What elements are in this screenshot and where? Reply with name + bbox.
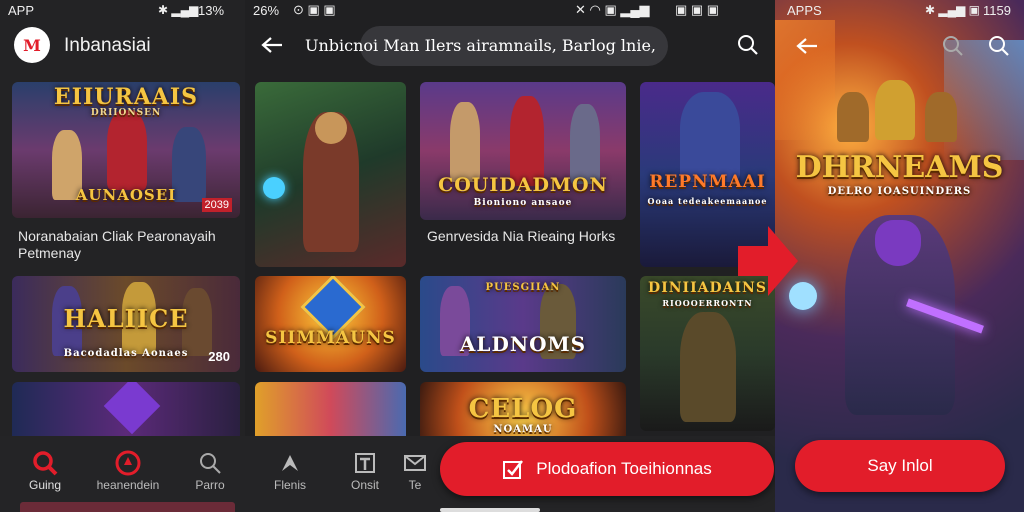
card-title: EIIURAAIS — [53, 84, 199, 110]
app-logo[interactable]: M — [14, 27, 50, 63]
app-title: Inbanasiai — [64, 35, 151, 56]
card-subtitle: Ooaa tedeakeemaanoe — [647, 196, 768, 206]
checkbox-icon — [502, 458, 524, 480]
nav-item-heanendein[interactable]: heanendein — [88, 448, 168, 492]
game-card[interactable] — [255, 382, 406, 442]
hero-helmet — [875, 220, 921, 266]
hero-figure — [680, 92, 740, 182]
search-icon[interactable] — [939, 32, 967, 60]
card-artwork — [255, 382, 406, 442]
card-title: SIIMMAUNS — [265, 328, 396, 348]
game-card[interactable]: DINIIADAINS RIOOOERRONTN — [640, 276, 775, 431]
nav-label: Parro — [195, 478, 225, 492]
card-title: REPNMAAI — [649, 172, 766, 192]
clock-label: 1159 — [983, 2, 1011, 18]
search-icon — [5, 448, 85, 478]
card-title: ALDNOMS — [459, 332, 587, 356]
game-card[interactable] — [12, 382, 240, 442]
nav-item-flenis[interactable]: Flenis — [250, 448, 330, 492]
search-icon[interactable] — [733, 30, 763, 60]
card-subtitle: Bioniono ansaoe — [473, 198, 573, 208]
back-arrow-icon[interactable] — [257, 30, 287, 60]
hero-figure — [107, 110, 147, 190]
bottom-nav: Guing heanendein Parro — [0, 436, 245, 512]
primary-action-button[interactable]: Plodoafion Toeihionnas — [440, 442, 774, 496]
left-panel: APP ✱ ▂▄▆ 13% M Inbanasiai EIIURAAIS DRI… — [0, 0, 245, 512]
game-card[interactable]: PUESGIIAN ALDNOMS — [420, 276, 626, 372]
right-panel: APPS ✱ ▂▄▆ ▣ 1159 DHRNEAMS DELRO IOASUIN… — [775, 0, 1024, 512]
battery-label: 13% — [198, 2, 225, 18]
carrier-label: APP — [8, 2, 35, 18]
card-subtitle: Bacodadlas Aonaes — [63, 348, 189, 359]
card-title: CELOG — [468, 394, 578, 424]
back-arrow-icon[interactable] — [793, 32, 821, 60]
button-label: Say Inlol — [867, 456, 933, 475]
clock-label: ▣ ▣ ▣ — [675, 2, 720, 17]
card-title: COUIDADMON — [438, 174, 608, 196]
hero-figure — [680, 312, 736, 422]
text-icon — [325, 448, 405, 478]
card-title: HALIICE — [63, 304, 189, 333]
home-indicator — [440, 508, 540, 512]
card-caption: Noranabaian Cliak Pearonayaih Petmenay — [18, 228, 216, 261]
arrow-up-icon — [250, 448, 330, 478]
card-subtitle: NOAMAU — [493, 424, 553, 435]
game-card[interactable]: SIIMMAUNS — [255, 276, 406, 372]
hero-head — [315, 112, 347, 144]
card-caption: Genrvesida Nia Rieaing Horks — [427, 228, 616, 244]
status-bar: 26% ⊙ ▣ ▣ ✕ ◠ ▣ ▂▄▆ ▣ ▣ ▣ — [245, 0, 775, 20]
hero-figure — [570, 104, 600, 184]
card-subtitle: DRIIONSEN — [90, 108, 162, 118]
mail-icon — [395, 448, 435, 478]
nav-label: Flenis — [273, 478, 306, 492]
nav-item-parro[interactable]: Parro — [170, 448, 245, 492]
compass-icon — [88, 448, 168, 478]
hero-figure — [875, 80, 915, 140]
game-card[interactable]: COUIDADMON Bioniono ansaoe — [420, 82, 626, 220]
game-card[interactable] — [255, 82, 406, 267]
nav-item-onsit[interactable]: Onsit — [325, 448, 405, 492]
game-card[interactable]: EIIURAAIS DRIIONSEN AUNAOSEI 2039 — [12, 82, 240, 218]
nav-item-guing[interactable]: Guing — [5, 448, 85, 492]
game-card[interactable]: CELOG NOAMAU — [420, 382, 626, 442]
nav-label: heanendein — [96, 478, 160, 492]
button-label: Plodoafion Toeihionnas — [536, 459, 712, 478]
hero-title: DHRNEAMS — [795, 150, 1004, 185]
magic-orb-icon — [263, 177, 285, 199]
status-bar: APPS ✱ ▂▄▆ ▣ 1159 — [775, 0, 1024, 20]
signal-icon: ✱ ▂▄▆ — [158, 3, 199, 17]
status-bar: APP ✱ ▂▄▆ 13% — [0, 0, 245, 20]
nav-label: Te — [408, 478, 422, 492]
search-icon — [170, 448, 245, 478]
battery-label: 26% — [253, 2, 280, 18]
card-peek — [20, 502, 235, 512]
card-badge: 2039 — [201, 198, 232, 212]
hero-figure — [925, 92, 957, 142]
hero-figure — [837, 92, 869, 142]
primary-action-button[interactable]: Say Inlol — [795, 440, 1005, 492]
nav-item-te[interactable]: Te — [395, 448, 435, 492]
card-badge: 280 — [208, 349, 230, 364]
card-subtitle: PUESGIIAN — [485, 282, 561, 293]
game-card[interactable]: HALIICE Bacodadlas Aonaes 280 — [12, 276, 240, 372]
search-icon[interactable] — [985, 32, 1013, 60]
hero-subtitle: DELRO IOASUINDERS — [827, 186, 972, 197]
card-subtitle: RIOOOERRONTN — [662, 298, 753, 308]
transition-arrow-icon — [738, 226, 798, 296]
hero-figure — [450, 102, 480, 182]
system-icons: ✕ ◠ ▣ ▂▄▆ — [575, 2, 650, 17]
nav-label: Onsit — [350, 478, 379, 492]
notification-icons: ⊙ ▣ ▣ — [293, 2, 336, 17]
middle-panel: 26% ⊙ ▣ ▣ ✕ ◠ ▣ ▂▄▆ ▣ ▣ ▣ Unbicnoi Man I… — [245, 0, 775, 512]
carrier-label: APPS — [787, 2, 822, 18]
search-query: Unbicnoi Man Ilers airamnails, Barlog ln… — [305, 36, 657, 55]
system-icons: ✱ ▂▄▆ ▣ — [925, 3, 981, 17]
nav-label: Guing — [28, 478, 62, 492]
hero-figure — [510, 96, 544, 186]
